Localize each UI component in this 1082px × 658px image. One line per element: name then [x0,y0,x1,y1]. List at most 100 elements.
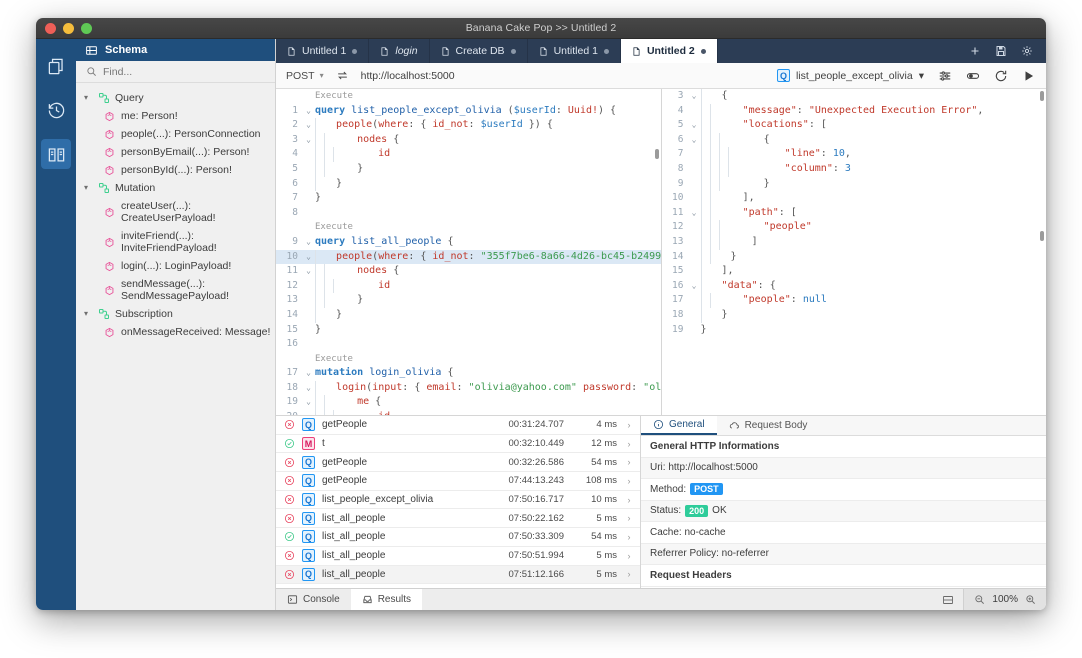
request-history-row[interactable]: QgetPeople 00:32:26.586 54 ms › [276,453,640,473]
response-scrollbar[interactable] [1040,231,1044,241]
zoom-out-icon[interactable] [974,594,985,605]
request-history-row[interactable]: Qlist_all_people 07:51:12.166 5 ms › [276,565,640,585]
editor-line[interactable]: 7} [276,191,661,206]
response-line[interactable]: 9 } [662,176,1047,192]
search-input[interactable] [103,65,253,78]
editor-line[interactable]: 17 ⌄ mutation login_olivia { [276,366,661,381]
fold-chevron-icon[interactable]: ⌄ [302,133,315,148]
response-scrollbar-top[interactable] [1040,91,1044,101]
settings-sliders-icon[interactable] [938,69,952,83]
window-controls[interactable] [36,22,92,34]
response-line[interactable]: 16 ⌄ "data": { [662,278,1047,294]
unsaved-dot-icon[interactable] [700,48,706,54]
request-history-row[interactable]: QgetPeople 07:44:13.243 108 ms › [276,472,640,491]
new-tab-plus-icon[interactable] [969,45,981,57]
zoom-in-icon[interactable] [1025,594,1036,605]
chevron-right-icon[interactable]: › [624,420,634,430]
chevron-right-icon[interactable]: › [624,532,634,542]
unsaved-dot-icon[interactable] [352,48,358,54]
chevron-right-icon[interactable]: › [624,439,634,449]
unsaved-dot-icon[interactable] [510,48,516,54]
chevron-down-icon[interactable]: ▾ [84,184,93,192]
schema-search-row[interactable] [76,61,275,83]
maximize-button[interactable] [81,22,92,34]
chevron-right-icon[interactable]: › [624,551,634,561]
fold-chevron-icon[interactable]: ⌄ [688,206,701,221]
history-icon[interactable] [41,95,71,125]
codelens-execute[interactable]: Execute [315,354,353,364]
editor-line[interactable]: 14 } [276,307,661,323]
editor-line[interactable]: 16 [276,337,661,352]
editor-line[interactable]: 12 id [276,278,661,294]
response-line[interactable]: 10 ], [662,191,1047,206]
editor-line[interactable]: 19 ⌄ me { [276,395,661,411]
response-line[interactable]: 6 ⌄ { [662,132,1047,148]
operation-select[interactable]: Q list_people_except_olivia ▾ [776,69,924,82]
response-line[interactable]: 11 ⌄ "path": [ [662,205,1047,221]
editor-line[interactable]: 10 ⌄ people(where: { id_not: "355f7be6-8a… [276,249,661,265]
document-tab-untitled-2[interactable]: Untitled 2 [620,39,718,63]
editor-line[interactable]: 8 [276,206,661,221]
fold-chevron-icon[interactable]: ⌄ [302,104,315,119]
editor-line[interactable]: 13 } [276,293,661,308]
response-line[interactable]: 15 ], [662,264,1047,279]
fold-chevron-icon[interactable]: ⌄ [688,118,701,133]
editor-line[interactable]: 5 } [276,161,661,177]
fold-chevron-icon[interactable]: ⌄ [302,118,315,133]
chevron-right-icon[interactable]: › [624,457,634,467]
editor-line[interactable]: 1 ⌄ query list_people_except_olivia ($user… [276,104,661,119]
schema-field-item[interactable]: me: Person! [76,107,275,125]
documents-icon[interactable] [41,51,71,81]
response-line[interactable]: 8 "column": 3 [662,161,1047,177]
fold-chevron-icon[interactable]: ⌄ [688,89,701,104]
editor-line[interactable]: Execute [276,352,661,367]
response-viewer[interactable]: 3 ⌄ {4 "message": "Unexpected Execution E… [661,89,1047,415]
close-button[interactable] [45,22,56,34]
codelens-execute[interactable]: Execute [315,91,353,101]
toggle-icon[interactable] [966,69,980,83]
run-play-icon[interactable] [1022,69,1036,83]
schema-field-item[interactable]: sendMessage(...): SendMessagePayload! [76,275,275,305]
fold-chevron-icon[interactable]: ⌄ [688,279,701,294]
save-floppy-icon[interactable] [995,45,1007,57]
schema-field-item[interactable]: people(...): PersonConnection [76,125,275,143]
fold-chevron-icon[interactable]: ⌄ [302,381,315,396]
editor-line[interactable]: 4 id [276,147,661,162]
request-history-row[interactable]: Qlist_all_people 07:50:22.162 5 ms › [276,509,640,529]
response-line[interactable]: 4 "message": "Unexpected Execution Error… [662,103,1047,119]
fold-chevron-icon[interactable]: ⌄ [302,235,315,250]
schema-field-item[interactable]: login(...): LoginPayload! [76,257,275,275]
fold-chevron-icon[interactable]: ⌄ [302,264,315,279]
response-line[interactable]: 14 } [662,249,1047,265]
document-tab-untitled-1[interactable]: Untitled 1 [276,39,370,63]
request-history-row[interactable]: Qlist_all_people 07:50:51.994 5 ms › [276,547,640,566]
response-line[interactable]: 12 "people" [662,220,1047,235]
editor-line[interactable]: 3 ⌄ nodes { [276,132,661,148]
editor-line[interactable]: 2 ⌄ people(where: { id_not: $userId }) { [276,118,661,133]
minimize-button[interactable] [63,22,74,34]
document-tab-login[interactable]: login [369,39,430,63]
swap-transport-icon[interactable] [336,69,349,82]
chevron-down-icon[interactable]: ▾ [84,94,93,102]
editor-line[interactable]: Execute [276,220,661,235]
response-line[interactable]: 18 } [662,307,1047,323]
schema-field-item[interactable]: personByEmail(...): Person! [76,143,275,161]
request-history-row[interactable]: Qlist_all_people 07:50:33.309 54 ms › [276,528,640,547]
chevron-right-icon[interactable]: › [624,513,634,523]
response-line[interactable]: 3 ⌄ { [662,89,1047,104]
fold-chevron-icon[interactable]: ⌄ [302,250,315,265]
tab-request-body[interactable]: Request Body [717,416,820,435]
statusbar-tab-results[interactable]: Results [350,589,423,610]
editor-line[interactable]: 18 ⌄ login(input: { email: "olivia@yahoo.… [276,380,661,396]
response-line[interactable]: 7 "line": 10, [662,147,1047,162]
editor-line[interactable]: 6 } [276,176,661,192]
fold-chevron-icon[interactable]: ⌄ [302,395,315,410]
document-tab-untitled-1[interactable]: Untitled 1 [528,39,621,63]
split-layout-icon[interactable] [933,594,963,606]
codelens-execute[interactable]: Execute [315,222,353,232]
editor-line[interactable]: 20 id [276,410,661,415]
chevron-right-icon[interactable]: › [624,569,634,579]
response-line[interactable]: 5 ⌄ "locations": [ [662,118,1047,133]
request-history-row[interactable]: QgetPeople 00:31:24.707 4 ms › [276,416,640,435]
chevron-right-icon[interactable]: › [624,495,634,505]
